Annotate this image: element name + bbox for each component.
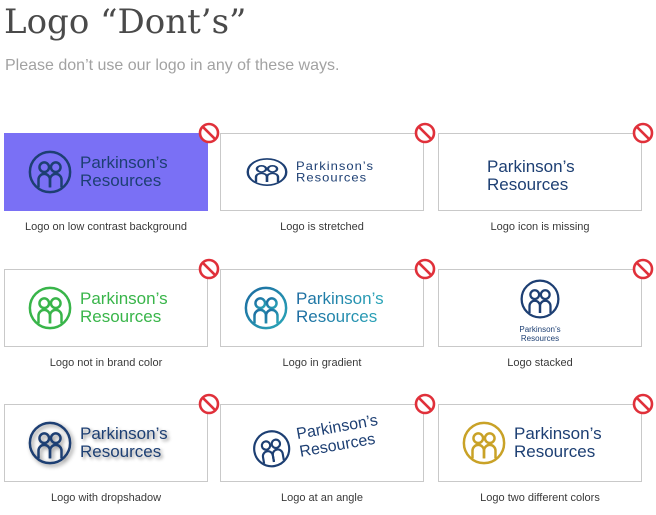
prohibited-icon (632, 122, 654, 144)
logo-mark-icon (519, 278, 561, 320)
example-low-contrast: Parkinson’s Resources Logo on low contras… (4, 133, 208, 233)
logo-mark-icon (245, 157, 289, 187)
example-not-brand-color: Parkinson’s Resources Logo not in brand c… (4, 269, 208, 369)
example-caption: Logo with dropshadow (50, 492, 162, 504)
prohibited-icon (414, 122, 436, 144)
prohibited-icon (632, 258, 654, 280)
logo-lockup: Parkinson’s Resources (27, 148, 168, 196)
logo-mark-icon (27, 420, 73, 466)
logo-preview: Parkinson’s Resources (438, 269, 642, 347)
logo-preview: Parkinson’s Resources (438, 133, 642, 211)
logo-preview: Parkinson’s Resources (4, 269, 208, 347)
logo-lockup: Parkinson’s Resources (27, 284, 168, 332)
logo-mark-icon (27, 285, 73, 331)
logo-lockup: Parkinson’s Resources (245, 152, 374, 192)
logo-lockup: Parkinson’s Resources (248, 406, 384, 476)
example-stacked: Parkinson’s Resources Logo stacked (438, 269, 642, 369)
logo-wordmark: Parkinson’s Resources (296, 289, 384, 326)
logo-wordmark: Parkinson’s Resources (80, 289, 168, 326)
logo-mark-icon (461, 420, 507, 466)
example-caption: Logo stacked (507, 357, 573, 369)
logo-lockup: Parkinson’s Resources (487, 152, 575, 200)
prohibited-icon (198, 258, 220, 280)
logo-wordmark: Parkinson’s Resources (80, 153, 168, 190)
logo-lockup: Parkinson’s Resources (461, 419, 602, 467)
page-title: Logo “Dont’s” (4, 2, 247, 42)
page-subtitle: Please don’t use our logo in any of thes… (5, 57, 340, 74)
prohibited-icon (414, 393, 436, 415)
logo-mark-icon (27, 149, 73, 195)
example-dropshadow: Parkinson’s Resources Logo with dropshado… (4, 404, 208, 504)
logo-lockup: Parkinson’s Resources (27, 419, 168, 467)
prohibited-icon (414, 258, 436, 280)
example-caption: Logo two different colors (480, 492, 600, 504)
example-icon-missing: Parkinson’s Resources Logo icon is missin… (438, 133, 642, 233)
logo-wordmark: Parkinson’s Resources (487, 157, 575, 194)
logo-mark-icon (249, 426, 295, 472)
logo-lockup: Parkinson’s Resources (439, 278, 641, 343)
example-angle: Parkinson’s Resources Logo at an angle (220, 404, 424, 504)
logo-wordmark: Parkinson’s Resources (80, 424, 168, 461)
example-caption: Logo in gradient (282, 357, 362, 369)
example-two-colors: Parkinson’s Resources Logo two different … (438, 404, 642, 504)
logo-preview: Parkinson’s Resources (220, 269, 424, 347)
example-caption: Logo icon is missing (490, 221, 590, 233)
example-caption: Logo at an angle (281, 492, 363, 504)
example-caption: Logo on low contrast background (24, 221, 188, 233)
logo-preview: Parkinson’s Resources (220, 404, 424, 482)
example-stretched: Parkinson’s Resources Logo is stretched (220, 133, 424, 233)
prohibited-icon (198, 393, 220, 415)
logo-mark-icon (244, 286, 288, 330)
logo-wordmark: Parkinson’s Resources (295, 412, 380, 461)
prohibited-icon (198, 122, 220, 144)
logo-preview: Parkinson’s Resources (220, 133, 424, 211)
logo-preview: Parkinson’s Resources (4, 404, 208, 482)
example-caption: Logo not in brand color (49, 357, 163, 369)
logo-lockup: Parkinson’s Resources (243, 284, 384, 332)
prohibited-icon (632, 393, 654, 415)
logo-wordmark: Parkinson’s Resources (519, 325, 561, 343)
logo-wordmark: Parkinson’s Resources (296, 158, 374, 185)
example-caption: Logo is stretched (280, 221, 364, 233)
logo-preview: Parkinson’s Resources (438, 404, 642, 482)
logo-preview: Parkinson’s Resources (4, 133, 208, 211)
logo-wordmark: Parkinson’s Resources (514, 424, 602, 461)
example-gradient: Parkinson’s Resources Logo in gradient (220, 269, 424, 369)
